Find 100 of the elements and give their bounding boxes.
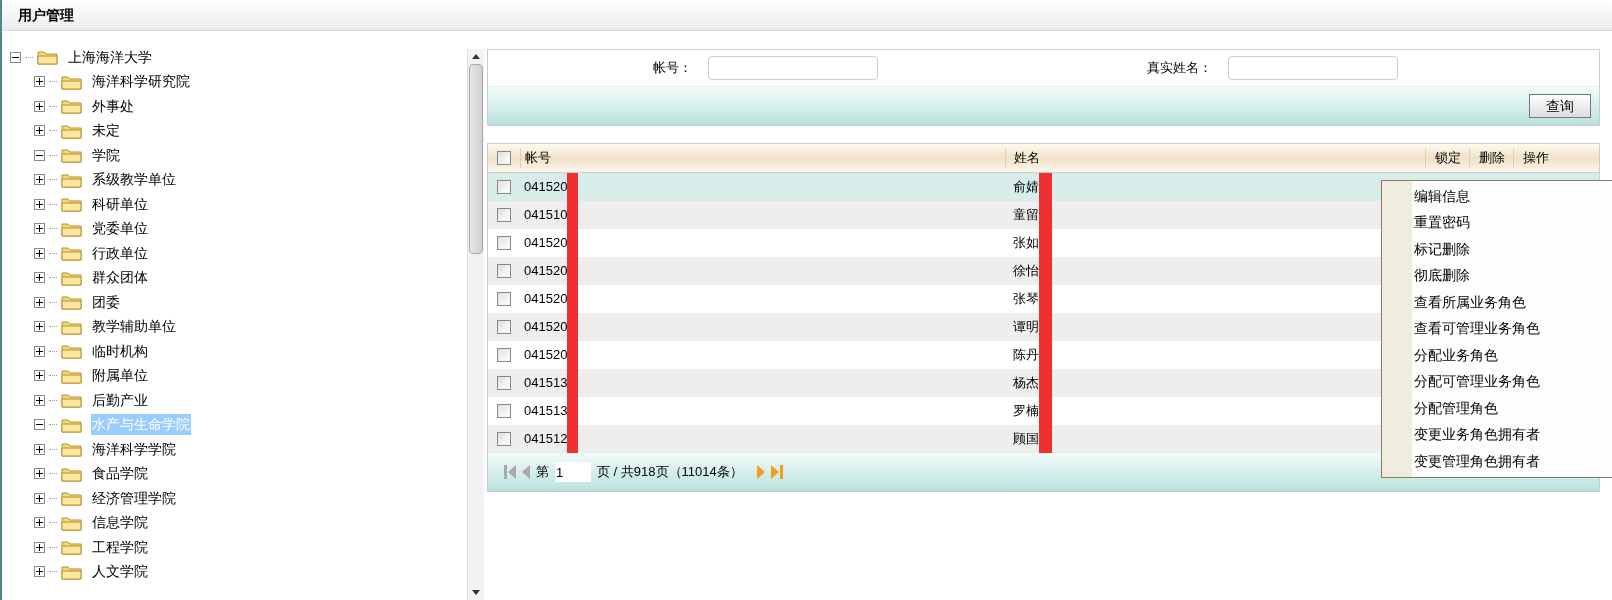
tree-item[interactable]: 系级教学单位 xyxy=(91,169,177,191)
folder-icon xyxy=(61,196,83,213)
checkbox[interactable] xyxy=(497,236,511,250)
tree-item[interactable]: 海洋科学学院 xyxy=(91,438,177,460)
expand-icon[interactable] xyxy=(34,272,45,284)
table-cell-text: 041512 xyxy=(524,430,568,449)
expand-icon[interactable] xyxy=(34,198,45,210)
table-cell-text: 罗楠 xyxy=(1013,402,1039,421)
expand-icon[interactable] xyxy=(34,125,45,137)
name-input[interactable] xyxy=(1228,56,1398,80)
redaction-bar xyxy=(1039,425,1052,453)
checkbox[interactable] xyxy=(497,348,511,362)
tree-item[interactable]: 后勤产业 xyxy=(91,389,149,411)
folder-icon xyxy=(61,220,83,237)
tree-item[interactable]: 工程学院 xyxy=(91,536,149,558)
folder-icon xyxy=(61,245,83,262)
checkbox[interactable] xyxy=(497,151,511,165)
folder-icon xyxy=(61,490,83,507)
expand-icon[interactable] xyxy=(34,174,45,186)
folder-icon xyxy=(61,269,83,286)
table-cell-text: 041520 xyxy=(524,346,568,365)
checkbox[interactable] xyxy=(497,404,511,418)
scroll-down-icon[interactable] xyxy=(472,590,480,595)
column-header[interactable]: 删除 xyxy=(1469,148,1513,168)
folder-icon xyxy=(61,514,83,531)
table-cell-text: 041520 xyxy=(524,234,568,253)
table-cell-text: 041513 xyxy=(524,374,568,393)
table-cell-text: 张如 xyxy=(1013,234,1039,253)
expand-icon[interactable] xyxy=(34,345,45,357)
expand-icon[interactable] xyxy=(34,100,45,112)
tree-item[interactable]: 临时机构 xyxy=(91,340,149,362)
tree-item[interactable]: 附属单位 xyxy=(91,365,149,387)
folder-icon xyxy=(61,318,83,335)
scroll-thumb[interactable] xyxy=(469,64,483,254)
tree-item[interactable]: 外事处 xyxy=(91,95,135,117)
checkbox[interactable] xyxy=(497,320,511,334)
tree-item[interactable]: 海洋科学研究院 xyxy=(91,71,191,93)
account-input[interactable] xyxy=(708,56,878,80)
table-cell-text: 041513 xyxy=(524,402,568,421)
checkbox[interactable] xyxy=(497,292,511,306)
tree-item[interactable]: 信息学院 xyxy=(91,512,149,534)
tree-item[interactable]: 群众团体 xyxy=(91,267,149,289)
tree-item[interactable]: 食品学院 xyxy=(91,463,149,485)
column-header[interactable]: 姓名 xyxy=(1005,148,1425,168)
expand-icon[interactable] xyxy=(34,541,45,553)
scroll-up-icon[interactable] xyxy=(472,54,480,59)
expand-icon[interactable] xyxy=(34,321,45,333)
page-input[interactable]: 1 xyxy=(555,462,591,482)
expand-icon[interactable] xyxy=(34,370,45,382)
checkbox[interactable] xyxy=(497,208,511,222)
tree-item[interactable]: 教学辅助单位 xyxy=(91,316,177,338)
checkbox[interactable] xyxy=(497,180,511,194)
folder-icon xyxy=(61,98,83,115)
tree-item[interactable]: 团委 xyxy=(91,291,121,313)
column-header[interactable]: 帐号 xyxy=(520,148,1005,168)
collapse-icon[interactable] xyxy=(34,149,45,161)
tree-item[interactable]: 行政单位 xyxy=(91,242,149,264)
table-cell-text: 俞婧 xyxy=(1013,178,1039,197)
tree-item[interactable]: 上海海洋大学 xyxy=(67,46,153,68)
folder-icon xyxy=(61,122,83,139)
column-header[interactable]: 锁定 xyxy=(1425,148,1469,168)
pager-label: 页 / 共918页（11014条） xyxy=(597,463,743,482)
folder-icon xyxy=(61,441,83,458)
redaction-bar xyxy=(567,173,579,201)
tree-item[interactable]: 科研单位 xyxy=(91,193,149,215)
pager-label: 第 xyxy=(536,463,549,482)
collapse-icon[interactable] xyxy=(34,419,45,431)
collapse-icon[interactable] xyxy=(10,51,21,63)
expand-icon[interactable] xyxy=(34,223,45,235)
expand-icon[interactable] xyxy=(34,443,45,455)
folder-icon xyxy=(61,465,83,482)
table-cell-text: 041520 xyxy=(524,262,568,281)
expand-icon[interactable] xyxy=(34,468,45,480)
expand-icon[interactable] xyxy=(34,394,45,406)
checkbox[interactable] xyxy=(497,432,511,446)
table-cell-text: 谭明 xyxy=(1013,318,1039,337)
expand-icon[interactable] xyxy=(34,296,45,308)
page-title: 用户管理 xyxy=(18,5,74,25)
expand-icon[interactable] xyxy=(34,566,45,578)
tree-item[interactable]: 未定 xyxy=(91,120,121,142)
expand-icon[interactable] xyxy=(34,76,45,88)
tree-item[interactable]: 学院 xyxy=(91,144,121,166)
folder-icon xyxy=(61,73,83,90)
folder-icon xyxy=(61,539,83,556)
table-cell-text: 041520 xyxy=(524,178,568,197)
checkbox[interactable] xyxy=(497,376,511,390)
query-button[interactable]: 查询 xyxy=(1529,94,1591,118)
column-header[interactable]: 操作 xyxy=(1513,148,1557,168)
expand-icon[interactable] xyxy=(34,492,45,504)
table-cell-text: 杨杰 xyxy=(1013,374,1039,393)
table-cell-text: 童留 xyxy=(1013,206,1039,225)
tree-item[interactable]: 经济管理学院 xyxy=(91,487,177,509)
tree-item[interactable]: 党委单位 xyxy=(91,218,149,240)
table-cell-text: 陈丹 xyxy=(1013,346,1039,365)
expand-icon[interactable] xyxy=(34,517,45,529)
tree-item[interactable]: 人文学院 xyxy=(91,561,149,583)
table-cell-text: 张琴 xyxy=(1013,290,1039,309)
table-cell-text: 041520 xyxy=(524,290,568,309)
checkbox[interactable] xyxy=(497,264,511,278)
expand-icon[interactable] xyxy=(34,247,45,259)
